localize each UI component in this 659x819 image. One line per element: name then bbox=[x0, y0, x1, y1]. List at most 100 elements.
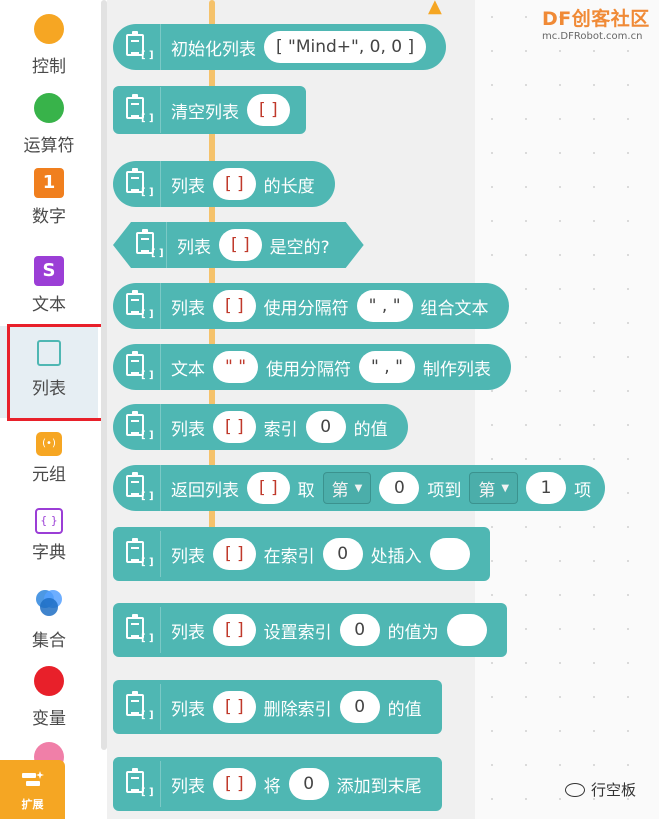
list-input[interactable]: [ ] bbox=[213, 411, 256, 443]
list-clipboard-icon: [ ] bbox=[113, 344, 161, 390]
green-circle-icon bbox=[34, 93, 64, 123]
list-clipboard-icon: [ ] bbox=[113, 607, 161, 653]
block-text: 清空列表 bbox=[171, 102, 239, 123]
block-text-split-list[interactable]: [ ] 文本 " " 使用分隔符 " , " 制作列表 bbox=[113, 344, 511, 390]
list-input[interactable]: [ ] bbox=[213, 290, 256, 322]
block-list-set-index[interactable]: [ ] 列表 [ ] 设置索引 0 的值为 bbox=[113, 603, 507, 657]
block-text: 的值 bbox=[387, 699, 422, 720]
from-mode-dropdown[interactable]: 第 ▼ bbox=[322, 472, 372, 504]
watermark-text: 行空板 bbox=[591, 781, 637, 799]
index-input[interactable]: 0 bbox=[305, 411, 346, 443]
extension-button[interactable]: 扩展 bbox=[0, 760, 65, 819]
text-s-icon: S bbox=[34, 256, 64, 286]
block-list-append[interactable]: [ ] 列表 [ ] 将 0 添加到末尾 bbox=[113, 757, 442, 811]
category-control[interactable]: 控制 bbox=[0, 14, 98, 77]
category-operators[interactable]: 运算符 bbox=[0, 93, 98, 156]
set-venn-icon bbox=[34, 588, 64, 618]
list-input[interactable]: [ ] bbox=[213, 168, 256, 200]
text-input[interactable]: " " bbox=[213, 351, 259, 383]
block-list-join-text[interactable]: [ ] 列表 [ ] 使用分隔符 " , " 组合文本 bbox=[113, 283, 509, 329]
pin-icon: ▲ bbox=[428, 0, 442, 17]
block-text: 处插入 bbox=[370, 546, 422, 567]
wechat-watermark: 行空板 bbox=[565, 779, 636, 800]
block-text: 列表 bbox=[171, 776, 205, 797]
category-text[interactable]: S 文本 bbox=[0, 256, 98, 315]
category-label: 运算符 bbox=[23, 136, 75, 156]
list-input[interactable]: [ ] bbox=[219, 229, 262, 261]
list-clipboard-icon: [ ] bbox=[123, 222, 167, 268]
list-value-input[interactable]: [ "Mind+", 0, 0 ] bbox=[264, 31, 427, 63]
block-text: 是空的? bbox=[269, 237, 330, 258]
logo-main-text: DF创客社区 bbox=[542, 8, 650, 30]
block-text: 项 bbox=[574, 480, 592, 501]
block-list-delete-index[interactable]: [ ] 列表 [ ] 删除索引 0 的值 bbox=[113, 680, 442, 734]
block-text: 的长度 bbox=[263, 176, 315, 197]
code-workspace[interactable] bbox=[475, 0, 659, 819]
block-text: 使用分隔符 bbox=[266, 359, 352, 380]
block-text: 返回列表 bbox=[171, 480, 239, 501]
list-clipboard-icon: [ ] bbox=[113, 283, 161, 329]
index-input[interactable]: 0 bbox=[339, 691, 380, 723]
block-text: 列表 bbox=[171, 298, 205, 319]
value-input[interactable] bbox=[446, 614, 487, 646]
from-index-input[interactable]: 0 bbox=[379, 472, 420, 504]
value-input[interactable] bbox=[429, 538, 470, 570]
block-list-length[interactable]: [ ] 列表 [ ] 的长度 bbox=[113, 161, 335, 207]
tuple-lock-icon: (•) bbox=[36, 432, 62, 456]
value-input[interactable]: 0 bbox=[288, 768, 329, 800]
logo-sub-text: mc.DFRobot.com.cn bbox=[542, 31, 643, 42]
block-text: 索引 bbox=[263, 419, 298, 440]
category-variable[interactable]: 变量 bbox=[0, 666, 98, 729]
block-text: 的值为 bbox=[387, 622, 439, 643]
category-set[interactable]: 集合 bbox=[0, 588, 98, 651]
block-text: 列表 bbox=[177, 237, 211, 258]
block-clear-list[interactable]: [ ] 清空列表 [ ] bbox=[113, 86, 306, 134]
category-label: 控制 bbox=[32, 57, 66, 77]
block-init-list[interactable]: [ ] 初始化列表 [ "Mind+", 0, 0 ] bbox=[113, 24, 447, 70]
block-text: 项到 bbox=[427, 480, 462, 501]
block-text: 列表 bbox=[171, 622, 205, 643]
to-index-input[interactable]: 1 bbox=[526, 472, 567, 504]
list-input[interactable]: [ ] bbox=[213, 614, 256, 646]
category-label: 集合 bbox=[32, 631, 66, 651]
palette-scrollbar[interactable] bbox=[209, 0, 215, 545]
separator-input[interactable]: " , " bbox=[359, 351, 415, 383]
caret-down-icon: ▼ bbox=[501, 482, 510, 494]
block-list-is-empty[interactable]: [ ] 列表 [ ] 是空的? bbox=[113, 222, 364, 268]
list-input[interactable]: [ ] bbox=[213, 768, 256, 800]
block-text: 初始化列表 bbox=[171, 39, 256, 60]
block-text: 删除索引 bbox=[263, 699, 332, 720]
block-text: 列表 bbox=[171, 699, 205, 720]
list-input[interactable]: [ ] bbox=[247, 472, 290, 504]
list-clipboard-icon: [ ] bbox=[113, 761, 161, 807]
to-mode-dropdown[interactable]: 第 ▼ bbox=[469, 472, 519, 504]
block-list-get-index[interactable]: [ ] 列表 [ ] 索引 0 的值 bbox=[113, 404, 408, 450]
block-text: 添加到末尾 bbox=[336, 776, 422, 797]
list-input[interactable]: [ ] bbox=[213, 691, 256, 723]
list-clipboard-icon: [ ] bbox=[113, 24, 161, 70]
category-label: 文本 bbox=[32, 295, 66, 315]
block-list-sublist[interactable]: [ ] 返回列表 [ ] 取 第 ▼ 0 项到 第 ▼ 1 项 bbox=[113, 465, 606, 511]
category-tuple[interactable]: (•) 元组 bbox=[0, 428, 98, 485]
block-text: 列表 bbox=[171, 546, 205, 567]
category-number[interactable]: 1 数字 bbox=[0, 168, 98, 227]
extension-icon bbox=[21, 771, 44, 786]
extension-label: 扩展 bbox=[21, 798, 44, 811]
block-text: 文本 bbox=[171, 359, 205, 380]
index-input[interactable]: 0 bbox=[339, 614, 380, 646]
category-label: 元组 bbox=[32, 465, 66, 485]
orange-circle-icon bbox=[34, 14, 64, 44]
block-list-insert[interactable]: [ ] 列表 [ ] 在索引 0 处插入 bbox=[113, 527, 490, 581]
list-input[interactable]: [ ] bbox=[213, 538, 256, 570]
index-input[interactable]: 0 bbox=[322, 538, 363, 570]
block-text: 在索引 bbox=[263, 546, 315, 567]
red-circle-icon bbox=[34, 666, 64, 696]
list-clipboard-icon: [ ] bbox=[113, 161, 161, 207]
category-dictionary[interactable]: { } 字典 bbox=[0, 508, 98, 563]
site-logo: DF创客社区 mc.DFRobot.com.cn bbox=[542, 4, 658, 42]
caret-down-icon: ▼ bbox=[354, 482, 363, 494]
block-text: 使用分隔符 bbox=[263, 298, 349, 319]
block-text: 设置索引 bbox=[263, 622, 332, 643]
list-input[interactable]: [ ] bbox=[247, 94, 290, 126]
separator-input[interactable]: " , " bbox=[356, 290, 413, 322]
